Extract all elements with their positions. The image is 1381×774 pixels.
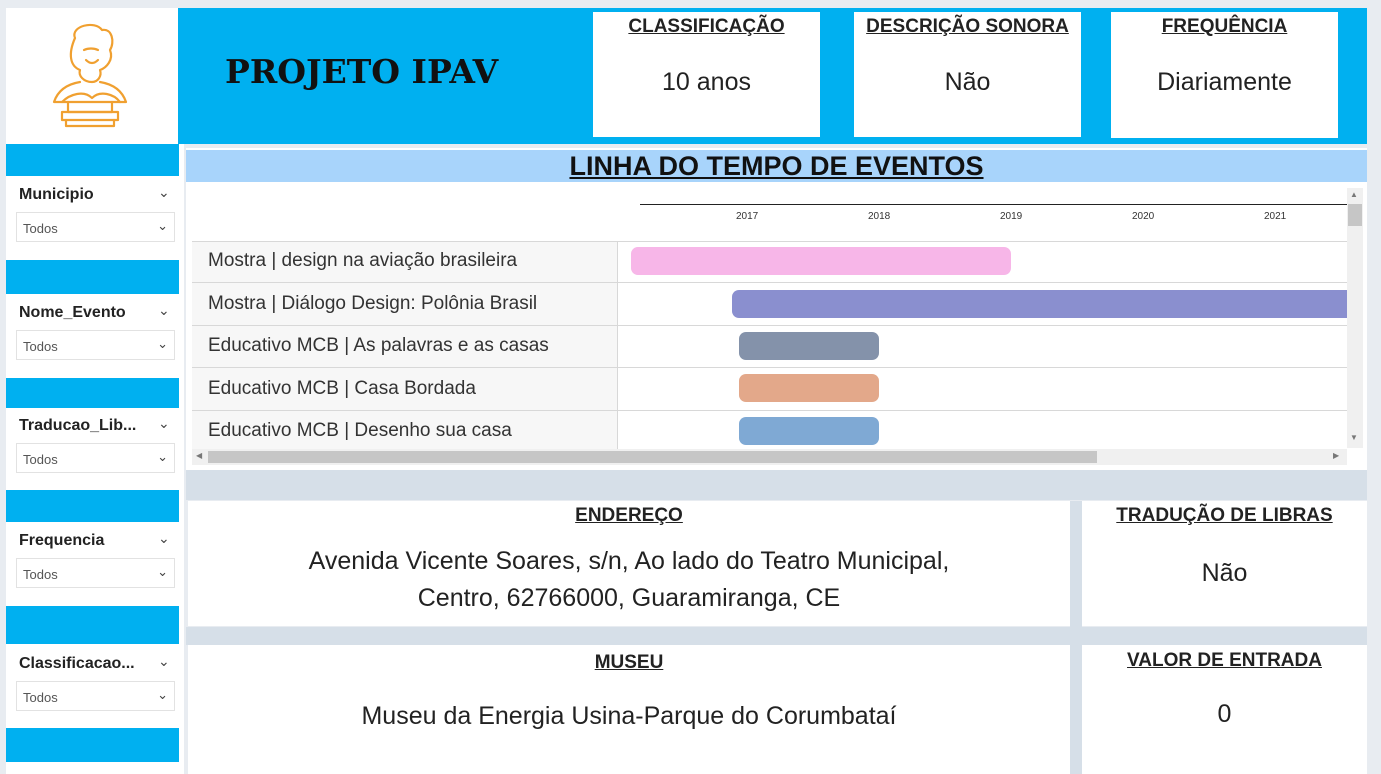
endereco-card: ENDEREÇO Avenida Vicente Soares, s/n, Ao…	[188, 501, 1070, 626]
filter-label-traducao-libras: Traducao_Lib...	[19, 417, 137, 434]
section-divider	[186, 627, 1367, 645]
chevron-down-icon: ⌄	[157, 218, 168, 233]
row-divider	[192, 367, 1347, 368]
section-divider	[186, 470, 1367, 500]
chevron-down-icon[interactable]: ⌄	[158, 653, 170, 670]
filter-value: Todos	[23, 339, 58, 354]
filter-dropdown-nome-evento[interactable]: Todos ⌄	[16, 330, 175, 360]
timeline-title: LINHA DO TEMPO DE EVENTOS	[569, 151, 984, 181]
filter-value: Todos	[23, 690, 58, 705]
scroll-down-icon[interactable]: ▼	[1350, 433, 1358, 442]
kpi-classificacao-card: CLASSIFICAÇÃO 10 anos	[593, 12, 820, 137]
timeline-axis-line	[640, 204, 1347, 205]
endereco-title: ENDEREÇO	[575, 505, 683, 526]
event-label: Educativo MCB | Casa Bordada	[208, 378, 476, 399]
filter-label-municipio: Municipio	[19, 186, 94, 203]
vertical-scrollbar[interactable]	[1347, 188, 1363, 448]
chevron-down-icon: ⌄	[157, 564, 168, 579]
filter-value: Todos	[23, 452, 58, 467]
year-tick: 2017	[736, 211, 759, 222]
filter-dropdown-traducao-libras[interactable]: Todos ⌄	[16, 443, 175, 473]
chevron-down-icon[interactable]: ⌄	[158, 530, 170, 547]
column-gap	[1070, 501, 1082, 774]
filter-dropdown-municipio[interactable]: Todos ⌄	[16, 212, 175, 242]
year-tick: 2019	[1000, 211, 1023, 222]
entrada-value: 0	[1217, 700, 1232, 728]
chevron-down-icon[interactable]: ⌄	[158, 184, 170, 201]
scroll-up-icon[interactable]: ▲	[1350, 190, 1358, 199]
museu-title: MUSEU	[594, 652, 664, 673]
museu-value: Museu da Energia Usina-Parque do Corumba…	[361, 702, 897, 730]
chevron-down-icon[interactable]: ⌄	[158, 415, 170, 432]
chevron-down-icon: ⌄	[157, 449, 168, 464]
event-bar[interactable]	[739, 332, 879, 360]
event-label: Mostra | Diálogo Design: Polônia Brasil	[208, 293, 538, 314]
event-label: Mostra | design na aviação brasileira	[208, 250, 518, 271]
year-tick: 2021	[1264, 211, 1287, 222]
project-title: PROJETO IPAV	[225, 52, 499, 91]
endereco-line: Avenida Vicente Soares, s/n, Ao lado do …	[308, 547, 950, 575]
kpi-title: FREQUÊNCIA	[1161, 16, 1288, 37]
bust-logo-icon	[52, 23, 128, 128]
libras-card: TRADUÇÃO DE LIBRAS Não	[1082, 501, 1367, 626]
kpi-frequencia-card: FREQUÊNCIA Diariamente	[1111, 12, 1338, 138]
sidebar-strip	[6, 728, 179, 762]
filter-label-classificacao: Classificacao...	[19, 655, 135, 672]
row-divider	[192, 410, 1347, 411]
event-bar[interactable]	[739, 417, 879, 445]
kpi-title: DESCRIÇÃO SONORA	[866, 16, 1069, 37]
event-bar[interactable]	[739, 374, 879, 402]
row-divider	[192, 282, 1347, 283]
kpi-descricao-sonora-card: DESCRIÇÃO SONORA Não	[854, 12, 1081, 137]
sidebar-strip	[6, 490, 179, 522]
entrada-title: VALOR DE ENTRADA	[1127, 650, 1322, 671]
filter-dropdown-classificacao[interactable]: Todos ⌄	[16, 681, 175, 711]
sidebar-strip	[6, 378, 179, 408]
museu-card: MUSEU Museu da Energia Usina-Parque do C…	[188, 645, 1070, 774]
horizontal-scroll-thumb[interactable]	[208, 451, 1097, 463]
filter-value: Todos	[23, 221, 58, 236]
libras-value: Não	[1201, 559, 1248, 587]
chevron-down-icon[interactable]: ⌄	[158, 302, 170, 319]
endereco-value: Avenida Vicente Soares, s/n, Ao lado do …	[188, 543, 1070, 617]
kpi-value: 10 anos	[662, 68, 751, 96]
column-divider	[617, 241, 618, 449]
year-tick: 2018	[868, 211, 891, 222]
kpi-value: Diariamente	[1157, 68, 1292, 96]
logo-box	[6, 8, 178, 144]
vertical-scroll-thumb[interactable]	[1348, 204, 1362, 226]
scroll-left-icon[interactable]: ◀	[196, 451, 202, 460]
kpi-value: Não	[944, 68, 991, 96]
event-bar[interactable]	[631, 247, 1011, 275]
filter-value: Todos	[23, 567, 58, 582]
event-bar[interactable]	[732, 290, 1347, 318]
row-divider	[192, 241, 1347, 242]
kpi-title: CLASSIFICAÇÃO	[628, 16, 785, 37]
filter-label-frequencia: Frequencia	[19, 532, 105, 549]
chevron-down-icon: ⌄	[157, 336, 168, 351]
sidebar-strip	[6, 144, 179, 176]
filter-dropdown-frequencia[interactable]: Todos ⌄	[16, 558, 175, 588]
filter-label-nome-evento: Nome_Evento	[19, 304, 126, 321]
event-label: Educativo MCB | Desenho sua casa	[208, 420, 512, 441]
row-divider	[192, 325, 1347, 326]
entrada-card: VALOR DE ENTRADA 0	[1082, 645, 1367, 774]
endereco-line: Centro, 62766000, Guaramiranga, CE	[417, 584, 841, 612]
sidebar-strip	[6, 606, 179, 644]
filter-sidebar: Municipio ⌄ Todos ⌄ Nome_Evento ⌄ Todos …	[6, 144, 184, 774]
timeline-title-bar: LINHA DO TEMPO DE EVENTOS	[186, 150, 1367, 182]
sidebar-strip	[6, 260, 179, 294]
chevron-down-icon: ⌄	[157, 687, 168, 702]
libras-title: TRADUÇÃO DE LIBRAS	[1116, 505, 1333, 526]
scroll-right-icon[interactable]: ▶	[1333, 451, 1339, 460]
event-label: Educativo MCB | As palavras e as casas	[208, 335, 549, 356]
year-tick: 2020	[1132, 211, 1155, 222]
